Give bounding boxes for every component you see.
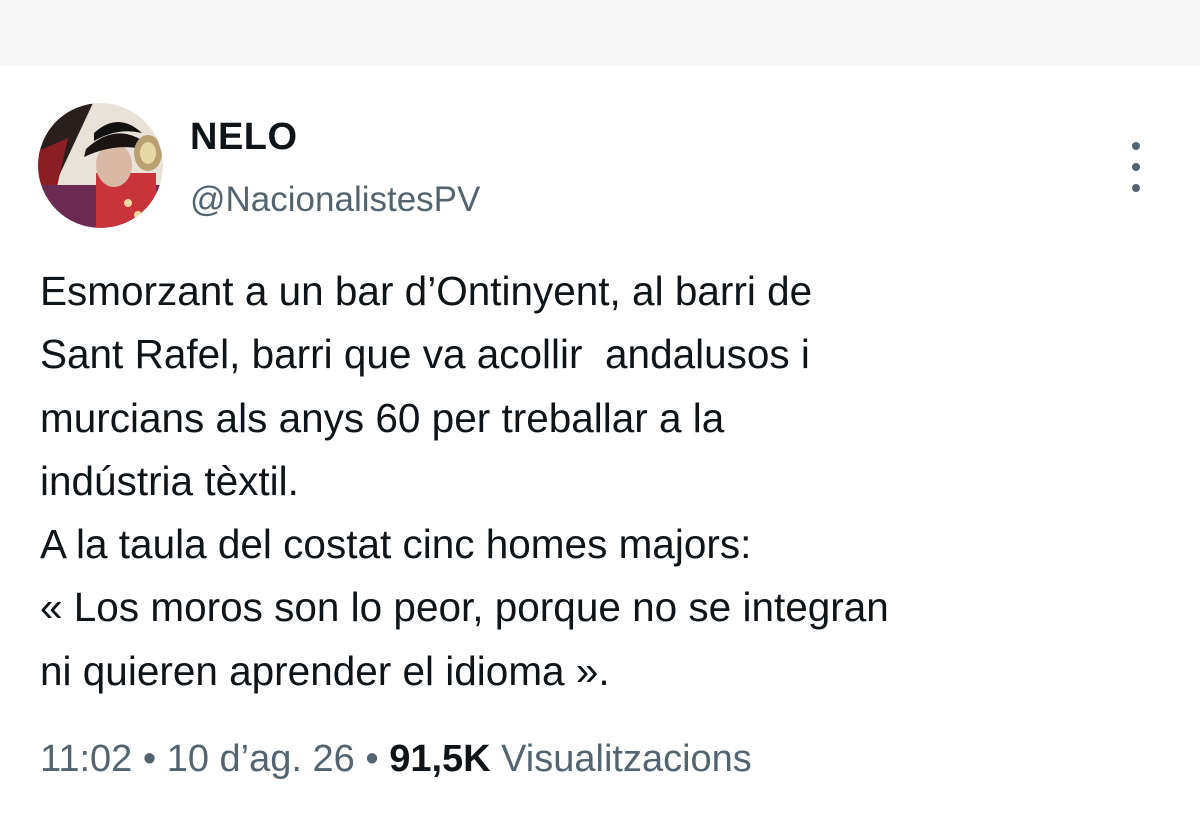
tweet-text-line: Sant Rafel, barri que va acollir andalus… (40, 331, 810, 378)
tweet-meta: 11:02 • 10 d’ag. 26 • 91,5K Visualitzaci… (40, 738, 752, 781)
more-options-button[interactable] (1118, 142, 1154, 192)
tweet-text-line: murcians als anys 60 per treballar a la (40, 394, 725, 441)
author-handle[interactable]: @NacionalistesPV (190, 180, 480, 220)
tweet-text: Esmorzant a un bar d’Ontinyent, al barri… (40, 260, 1170, 703)
tweet-text-line: Esmorzant a un bar d’Ontinyent, al barri… (40, 268, 813, 314)
avatar[interactable] (38, 103, 163, 228)
top-background-strip (0, 0, 1200, 66)
tweet-text-line: ni quieren aprender el idioma ». (40, 647, 610, 694)
meta-separator: • (354, 738, 390, 780)
views-label: Visualitzacions (490, 738, 752, 780)
tweet-text-line: indústria tèxtil. (40, 457, 299, 504)
tweet-card: NELO @NacionalistesPV Esmorzant a un bar… (0, 66, 1200, 826)
meta-separator: • (132, 738, 167, 780)
more-vertical-icon (1132, 142, 1140, 150)
tweet-text-line: A la taula del costat cinc homes majors: (40, 521, 752, 568)
tweet-text-line: « Los moros son lo peor, porque no se in… (40, 584, 889, 631)
author-display-name[interactable]: NELO (190, 116, 298, 159)
tweet-date[interactable]: 10 d’ag. 26 (167, 738, 355, 780)
views-count[interactable]: 91,5K (389, 738, 490, 780)
avatar-image (38, 103, 163, 228)
tweet-time[interactable]: 11:02 (40, 738, 132, 780)
